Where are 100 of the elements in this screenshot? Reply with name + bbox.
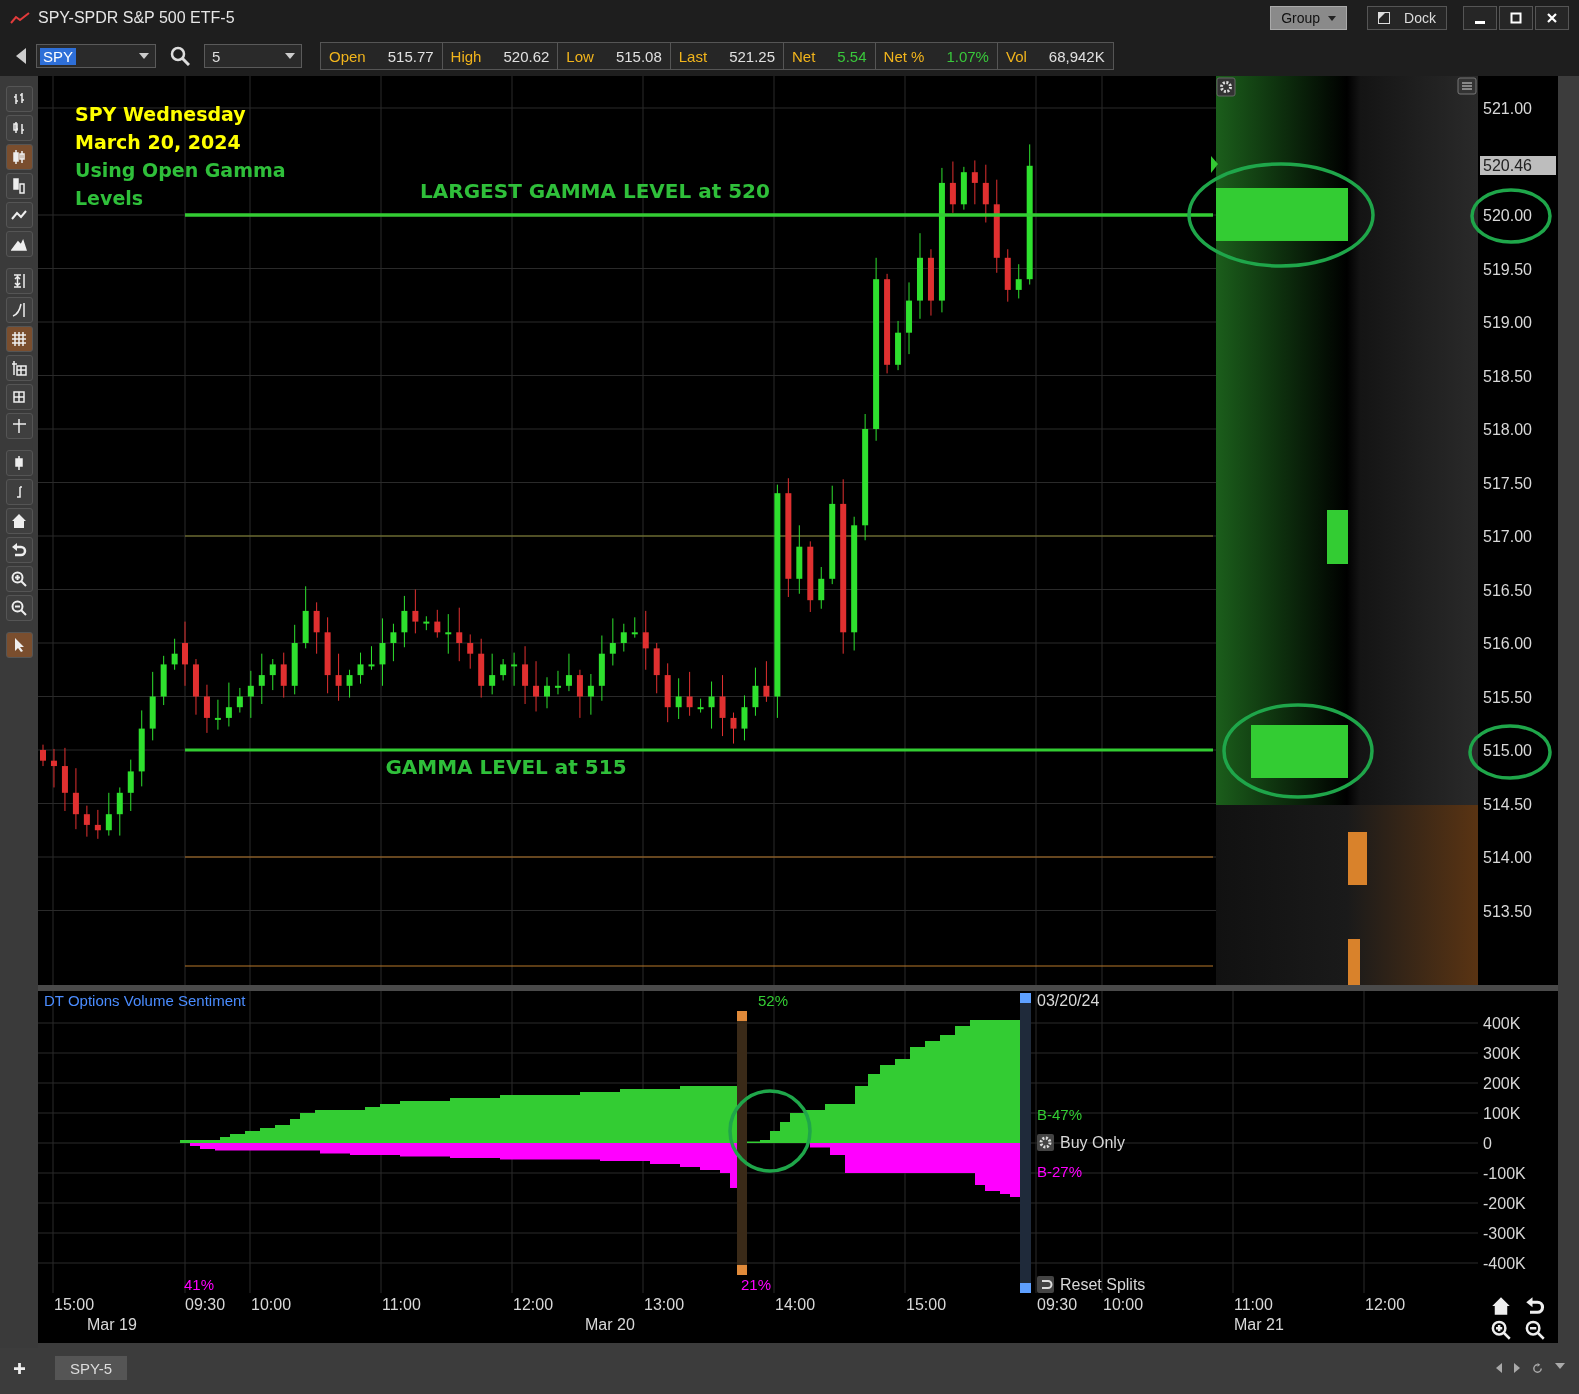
tool-button[interactable] bbox=[5, 632, 33, 658]
date-axis-label: Mar 20 bbox=[585, 1316, 635, 1333]
split-marker[interactable] bbox=[737, 1011, 747, 1275]
home-icon[interactable] bbox=[1491, 1296, 1511, 1316]
quote-value: 515.77 bbox=[387, 47, 434, 65]
dropdown-arrow-icon[interactable] bbox=[1555, 1363, 1565, 1369]
percent-label: 41% bbox=[184, 1276, 215, 1293]
curve-icon bbox=[11, 302, 27, 318]
chart-tab[interactable]: SPY-5 bbox=[55, 1356, 127, 1380]
ohlc-icon bbox=[11, 91, 27, 107]
group-button[interactable]: Group bbox=[1270, 6, 1348, 30]
volume-axis-label: -100K bbox=[1483, 1165, 1526, 1182]
chart-line-icon bbox=[10, 11, 30, 25]
mode-label[interactable]: Buy Only bbox=[1060, 1134, 1125, 1151]
undo-icon[interactable] bbox=[1525, 1296, 1545, 1316]
close-button[interactable] bbox=[1535, 6, 1569, 30]
symbol-field[interactable]: SPY bbox=[36, 44, 156, 68]
time-axis-label: 15:00 bbox=[906, 1296, 947, 1313]
volume-axis-label: -300K bbox=[1483, 1225, 1526, 1242]
settings-icon[interactable] bbox=[1216, 77, 1236, 97]
time-axis-label: 09:30 bbox=[1037, 1296, 1078, 1313]
dropdown-arrow-icon bbox=[139, 53, 149, 59]
price-axis-label: 518.00 bbox=[1483, 421, 1532, 438]
scale-icon bbox=[11, 273, 27, 289]
scroll-right-icon[interactable] bbox=[1514, 1363, 1520, 1373]
dock-button[interactable]: Dock bbox=[1367, 6, 1447, 30]
time-axis-label: 13:00 bbox=[644, 1296, 685, 1313]
gamma-volume-bar bbox=[1348, 832, 1367, 885]
tool-button[interactable] bbox=[5, 566, 33, 592]
tool-button[interactable] bbox=[5, 144, 33, 170]
time-axis-label: 11:00 bbox=[382, 1296, 421, 1313]
refresh-icon[interactable] bbox=[1532, 1363, 1543, 1374]
tool-button[interactable] bbox=[5, 115, 33, 141]
tool-button[interactable] bbox=[5, 479, 33, 505]
volume-axis-label: 100K bbox=[1483, 1105, 1521, 1122]
time-axis-label: 10:00 bbox=[251, 1296, 292, 1313]
maximize-icon bbox=[1510, 12, 1522, 24]
zoom-out-icon bbox=[11, 600, 27, 616]
reset-icon[interactable] bbox=[1037, 1276, 1054, 1293]
maximize-button[interactable] bbox=[1499, 6, 1533, 30]
search-icon[interactable] bbox=[170, 46, 190, 66]
price-axis-label: 517.00 bbox=[1483, 528, 1532, 545]
quote-label: Net bbox=[792, 47, 816, 65]
tool-button[interactable] bbox=[5, 297, 33, 323]
add-tab-icon[interactable] bbox=[14, 1363, 25, 1374]
grid-small-icon bbox=[11, 389, 27, 405]
tool-button[interactable] bbox=[5, 268, 33, 294]
tool-button[interactable] bbox=[5, 384, 33, 410]
window-title: SPY-SPDR S&P 500 ETF-5 bbox=[38, 9, 235, 27]
volume-axis-label: 200K bbox=[1483, 1075, 1521, 1092]
tool-button[interactable] bbox=[5, 173, 33, 199]
dropdown-arrow-icon bbox=[285, 53, 295, 59]
price-axis-label: 514.50 bbox=[1483, 795, 1532, 813]
back-button[interactable] bbox=[16, 48, 26, 64]
sell-ratio-label: B-27% bbox=[1037, 1163, 1083, 1180]
tool-button[interactable] bbox=[5, 86, 33, 112]
scroll-left-icon[interactable] bbox=[1496, 1363, 1502, 1373]
price-axis-label: 516.00 bbox=[1483, 635, 1532, 652]
price-axis-label: 513.50 bbox=[1483, 902, 1532, 920]
hollow-icon bbox=[11, 178, 27, 194]
interval-value: 5 bbox=[211, 47, 221, 65]
gamma-level-label: LARGEST GAMMA LEVEL at 520 bbox=[420, 179, 770, 203]
price-axis-label: 517.50 bbox=[1483, 474, 1532, 492]
quote-value: 68,942K bbox=[1048, 47, 1105, 65]
chart-title: March 20, 2024 bbox=[75, 131, 241, 153]
price-marker-icon bbox=[1211, 156, 1218, 173]
tool-button[interactable] bbox=[5, 450, 33, 476]
menu-icon[interactable] bbox=[1457, 77, 1477, 95]
zoom-out-icon[interactable] bbox=[1525, 1320, 1545, 1340]
reset-splits-link[interactable]: Reset Splits bbox=[1060, 1276, 1146, 1293]
quote-label: Last bbox=[678, 47, 708, 65]
volume-axis-label: -200K bbox=[1483, 1195, 1526, 1212]
time-axis-label: 15:00 bbox=[54, 1296, 95, 1313]
volume-axis-label: 0 bbox=[1483, 1135, 1492, 1152]
caret-icon bbox=[1328, 15, 1337, 21]
quote-value: 5.54 bbox=[837, 47, 867, 65]
quote-label: High bbox=[450, 47, 482, 65]
split-marker[interactable] bbox=[1020, 993, 1031, 1293]
back-arrow-icon bbox=[16, 48, 26, 64]
volume-axis-label: 400K bbox=[1483, 1015, 1521, 1032]
price-axis-label: 519.50 bbox=[1483, 260, 1532, 278]
quote-value: 520.62 bbox=[503, 47, 550, 65]
minimize-button[interactable] bbox=[1463, 6, 1497, 30]
interval-field[interactable]: 5 bbox=[204, 44, 302, 68]
tool-button[interactable] bbox=[5, 508, 33, 534]
last-price-tag: 520.46 bbox=[1480, 156, 1556, 175]
percent-label: 21% bbox=[741, 1276, 772, 1293]
minimize-icon bbox=[1475, 20, 1485, 24]
tool-button[interactable] bbox=[5, 231, 33, 257]
gear-icon[interactable] bbox=[1037, 1134, 1054, 1151]
price-axis-label: 520.00 bbox=[1483, 207, 1532, 224]
tool-button[interactable] bbox=[5, 537, 33, 563]
tool-button[interactable] bbox=[5, 595, 33, 621]
tool-button[interactable] bbox=[5, 202, 33, 228]
tool-button[interactable] bbox=[5, 355, 33, 381]
tool-button[interactable] bbox=[5, 413, 33, 439]
time-axis-label: 12:00 bbox=[513, 1296, 554, 1313]
chart-title: SPY Wednesday bbox=[75, 103, 246, 125]
zoom-in-icon[interactable] bbox=[1491, 1320, 1511, 1340]
tool-button[interactable] bbox=[5, 326, 33, 352]
